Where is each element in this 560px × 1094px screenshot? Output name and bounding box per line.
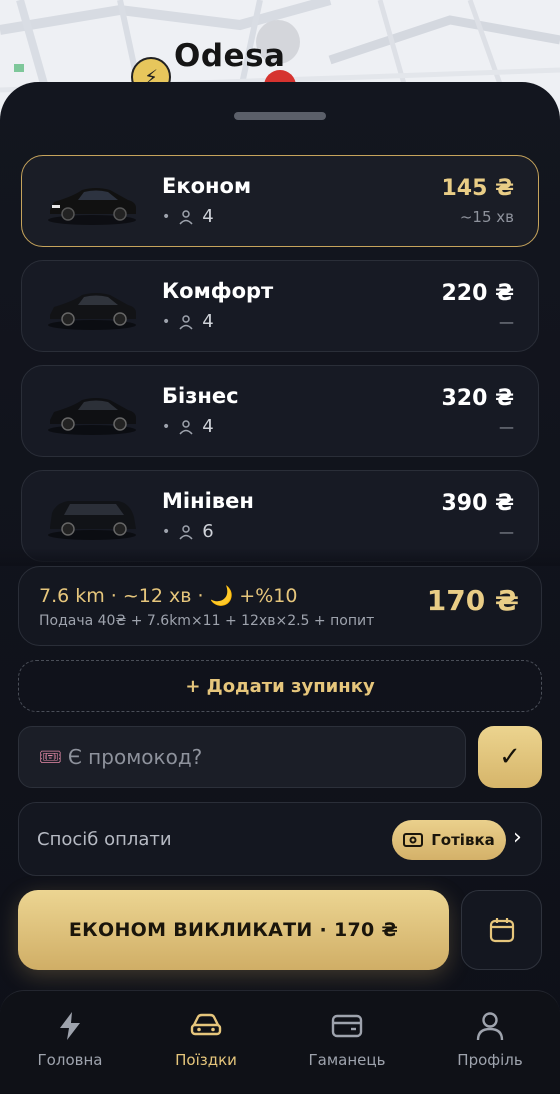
seat-count: 6 [202, 521, 214, 542]
car-image [48, 293, 136, 330]
payment-method-label: Готівка [431, 831, 495, 849]
car-price: 145 ₴ [441, 176, 515, 201]
car-option-business[interactable]: Бізнес • 4 320 ₴ — [21, 365, 539, 457]
car-eta: — [499, 523, 514, 541]
passenger-icon [179, 524, 193, 540]
car-name: Економ [162, 174, 252, 198]
passenger-icon [179, 419, 193, 435]
wallet-icon [331, 1014, 363, 1038]
promo-apply-button[interactable]: ✓ [478, 726, 542, 788]
nav-label: Поїздки [175, 1051, 237, 1069]
bolt-icon [60, 1012, 80, 1040]
nav-rides[interactable]: Поїздки [146, 991, 266, 1094]
car-icon [190, 1013, 222, 1036]
car-price: 320 ₴ [441, 386, 515, 411]
nav-label: Гаманець [308, 1051, 386, 1069]
payment-method-chip[interactable]: Готівка [392, 820, 506, 860]
map-city-label: Odesa [174, 38, 286, 74]
nav-wallet[interactable]: Гаманець [287, 991, 407, 1094]
car-price: 220 ₴ [441, 281, 515, 306]
ticket-icon: 🎟 [39, 746, 62, 768]
schedule-ride-button[interactable] [461, 890, 542, 970]
passenger-icon [179, 209, 193, 225]
payment-label: Спосіб оплати [37, 829, 172, 850]
fare-total: 170 ₴ [426, 584, 519, 617]
fare-breakdown: Подача 40₴ + 7.6km×11 + 12хв×2.5 + попит [39, 613, 375, 629]
sheet-drag-handle[interactable] [234, 112, 326, 120]
nav-home[interactable]: Головна [10, 991, 130, 1094]
promo-input[interactable]: 🎟 Є промокод? [18, 726, 466, 788]
list-fade [0, 548, 560, 566]
fare-summary: 7.6 km · ~12 хв · 🌙 +%10 [39, 585, 298, 607]
minivan-image [48, 501, 136, 540]
seat-count: 4 [202, 311, 214, 332]
car-meta: • 4 [162, 206, 214, 227]
order-ride-button[interactable]: ЕКОНОМ ВИКЛИКАТИ · 170 ₴ [18, 890, 449, 970]
seat-count: 4 [202, 416, 214, 437]
car-name: Бізнес [162, 384, 239, 408]
seat-count: 4 [202, 206, 214, 227]
car-price: 390 ₴ [441, 491, 515, 516]
car-option-economy[interactable]: Економ • 4 145 ₴ ~15 хв [21, 155, 539, 247]
car-eta: ~15 хв [459, 208, 514, 226]
passenger-icon [179, 314, 193, 330]
car-meta: • 4 [162, 311, 214, 332]
car-name: Мінівен [162, 489, 254, 513]
car-meta: • 6 [162, 521, 214, 542]
bottom-nav: Головна Поїздки Гаманець Профіль [0, 990, 560, 1093]
user-icon [476, 1012, 504, 1041]
fare-estimate-card: 7.6 km · ~12 хв · 🌙 +%10 Подача 40₴ + 7.… [18, 566, 542, 646]
car-eta: — [499, 418, 514, 436]
nav-label: Профіль [457, 1051, 523, 1069]
nav-profile[interactable]: Профіль [430, 991, 550, 1094]
promo-placeholder: Є промокод? [67, 745, 203, 769]
add-stop-button[interactable]: + Додати зупинку [18, 660, 542, 712]
check-icon: ✓ [499, 742, 521, 772]
car-name: Комфорт [162, 279, 274, 303]
cash-icon [403, 833, 424, 847]
chevron-right-icon: › [513, 825, 522, 850]
nav-label: Головна [37, 1051, 103, 1069]
car-meta: • 4 [162, 416, 214, 437]
car-image [48, 398, 136, 435]
car-image [48, 188, 136, 225]
car-eta: — [499, 313, 514, 331]
payment-method-row[interactable]: Спосіб оплати Готівка › [18, 802, 542, 876]
car-option-comfort[interactable]: Комфорт • 4 220 ₴ — [21, 260, 539, 352]
calendar-icon [489, 918, 514, 943]
